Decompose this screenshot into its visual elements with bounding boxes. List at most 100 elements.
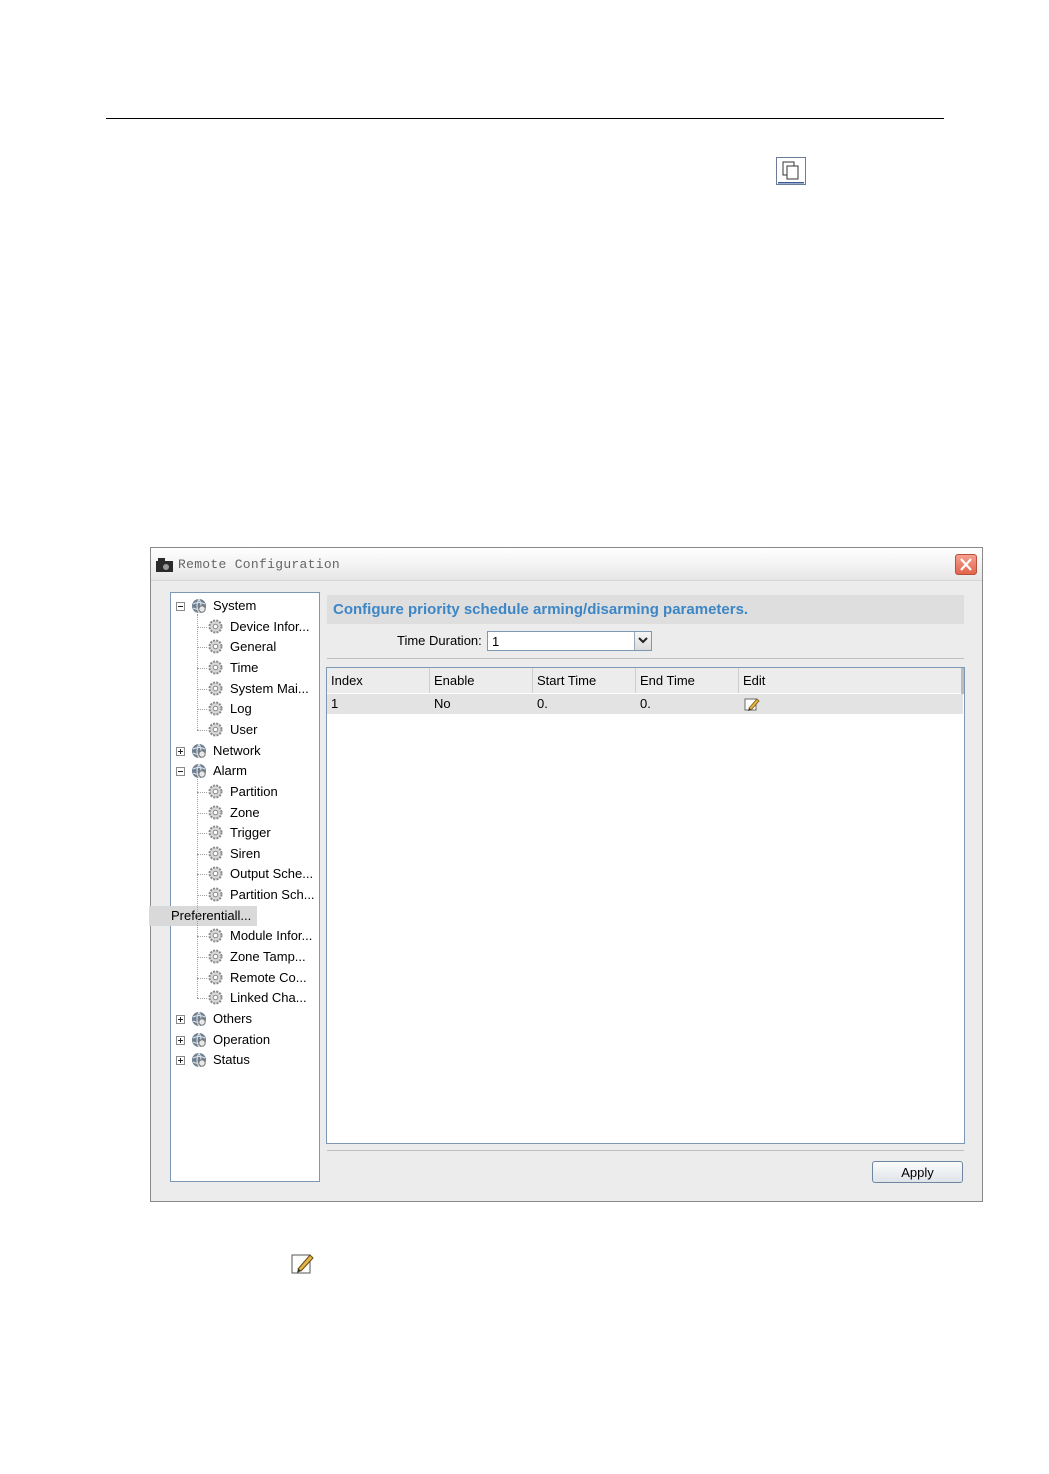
tree-item-system[interactable]: System (171, 596, 317, 616)
close-button[interactable] (955, 554, 977, 575)
tree-connector (197, 833, 207, 835)
tree-item-label: System (213, 598, 257, 613)
tree-item-label: Device Infor... (230, 618, 310, 634)
tree-connector (197, 626, 207, 628)
copy-icon (776, 157, 806, 185)
tree-item-partition-sch[interactable]: Partition Sch... (171, 885, 317, 905)
tree-item-label: User (230, 721, 258, 737)
tree-item-trigger[interactable]: Trigger (171, 823, 317, 843)
tree-item-label: Network (213, 742, 261, 758)
tree-connector (197, 895, 207, 897)
window-title: Remote Configuration (178, 557, 341, 572)
tree-connector (197, 667, 207, 669)
tree-item-label: Module Infor... (230, 928, 313, 944)
column-header-edit[interactable]: Edit (739, 668, 963, 693)
table-row[interactable]: 1 No 0. 0. (327, 694, 963, 714)
column-header-end-time[interactable]: End Time (636, 668, 739, 693)
tree-item-network[interactable]: Network (171, 741, 317, 761)
config-tree: System Device Infor... General Time System M… (149, 592, 320, 1182)
tree-trunk (180, 611, 181, 1055)
separator (327, 1150, 964, 1151)
tree-item-label: Remote Co... (230, 969, 307, 985)
tree-connector (197, 936, 207, 938)
tree-item-label: System Mai... (230, 680, 309, 696)
cell-start-time: 0. (537, 696, 548, 711)
tree-connector (197, 791, 207, 793)
tree-item-label: Linked Cha... (230, 990, 307, 1006)
tree-connector (197, 977, 207, 979)
remote-configuration-window: Remote Configuration System Device Infor.… (149, 547, 983, 1202)
page-top-rule (106, 118, 944, 119)
tree-item-siren[interactable]: Siren (171, 844, 317, 864)
tree-item-user[interactable]: User (171, 720, 317, 740)
tree-item-alarm[interactable]: Alarm (171, 761, 317, 781)
tree-item-label: Siren (230, 845, 261, 861)
tree-item-operation[interactable]: Operation (171, 1030, 317, 1050)
tree-connector (197, 998, 207, 1000)
tree-item-label: Time (230, 659, 259, 675)
tree-item-zone-tamp[interactable]: Zone Tamp... (171, 947, 317, 967)
tree-connector (197, 709, 207, 711)
edit-icon[interactable] (744, 697, 760, 712)
cell-edit (739, 694, 799, 714)
schedule-table: Index Enable Start Time End Time Edit 1 … (326, 667, 965, 1144)
tree-connector (197, 688, 207, 690)
cell-end-time: 0. (640, 696, 651, 711)
section-header: Configure priority schedule arming/disar… (327, 595, 964, 624)
tree-item-label: Others (213, 1011, 253, 1026)
tree-item-time[interactable]: Time (171, 658, 317, 678)
tree-item-label: Status (213, 1052, 250, 1068)
column-header-enable[interactable]: Enable (430, 668, 533, 693)
tree-item-others[interactable]: Others (171, 1009, 317, 1029)
tree-item-label: Zone (230, 804, 260, 820)
apply-button[interactable]: Apply (872, 1161, 963, 1183)
tree-item-label: Zone Tamp... (230, 949, 306, 965)
tree-item-label: Partition Sch... (230, 887, 315, 903)
cell-index: 1 (331, 696, 339, 711)
tree-item-label: Output Sche... (230, 866, 314, 882)
tree-connector (197, 647, 207, 649)
tree-item-device-infor[interactable]: Device Infor... (171, 617, 317, 637)
tree-item-label: Preferentiall... (149, 905, 258, 926)
close-icon (960, 558, 972, 571)
tree-item-zone[interactable]: Zone (171, 803, 317, 823)
tree-item-label: Trigger (230, 825, 271, 841)
tree-item-label: Partition (230, 783, 278, 799)
tree-item-general[interactable]: General (171, 637, 317, 657)
dropdown-button[interactable] (634, 632, 651, 650)
tree-connector (197, 874, 207, 876)
scrollbar-edge (961, 668, 964, 694)
edit-icon (291, 1254, 314, 1274)
title-bar: Remote Configuration (151, 548, 982, 581)
column-header-start-time[interactable]: Start Time (533, 668, 636, 693)
tree-item-system-mai[interactable]: System Mai... (171, 679, 317, 699)
tree-item-output-sche[interactable]: Output Sche... (171, 864, 317, 884)
table-header: Index Enable Start Time End Time Edit (327, 668, 963, 693)
time-duration-select[interactable]: 1 (487, 631, 652, 651)
tree-item-label: Log (230, 701, 252, 717)
app-icon (156, 558, 173, 572)
tree-item-linked-cha[interactable]: Linked Cha... (171, 988, 317, 1008)
globe-icon (191, 1052, 207, 1074)
tree-item-status[interactable]: Status (171, 1050, 317, 1070)
tree-connector (197, 779, 198, 999)
tree-item-module-infor[interactable]: Module Infor... (171, 926, 317, 946)
tree-connector (197, 853, 207, 855)
tree-connector (197, 957, 207, 959)
tree-item-label: General (230, 639, 277, 655)
section-header-text: Configure priority schedule arming/disar… (333, 601, 749, 618)
tree-connector (197, 812, 207, 814)
tree-item-remote-co[interactable]: Remote Co... (171, 968, 317, 988)
expand-toggle[interactable] (176, 1056, 185, 1066)
tree-item-label: Operation (213, 1031, 271, 1047)
time-duration-value: 1 (492, 634, 500, 649)
tree-connector (197, 614, 198, 730)
tree-connector (197, 729, 207, 731)
tree-item-partition[interactable]: Partition (171, 782, 317, 802)
tree-item-label: Alarm (213, 763, 247, 779)
tree-item-preferentiall[interactable]: Preferentiall... (149, 905, 317, 926)
column-header-index[interactable]: Index (327, 668, 430, 693)
chevron-down-icon (638, 637, 648, 644)
collapse-toggle[interactable] (176, 602, 185, 611)
tree-item-log[interactable]: Log (171, 699, 317, 719)
